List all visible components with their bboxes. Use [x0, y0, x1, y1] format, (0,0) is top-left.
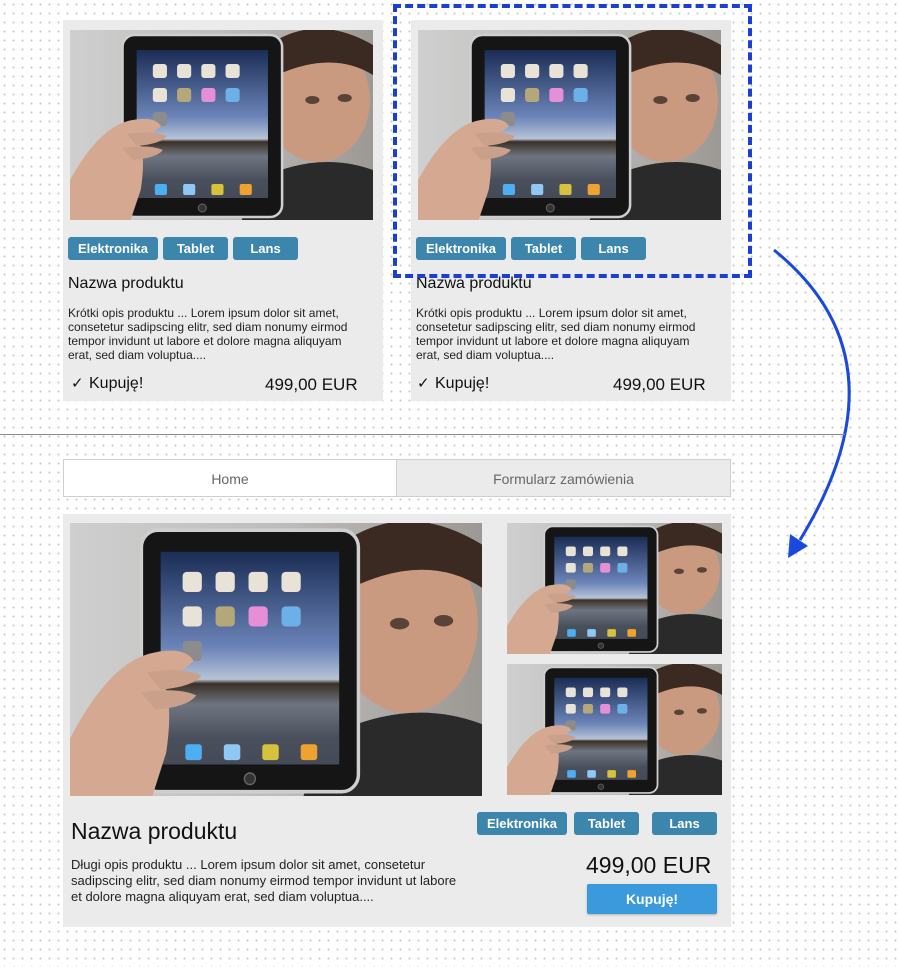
product-short-description: Krótki opis produktu ... Lorem ipsum dol…: [68, 306, 348, 362]
buy-button[interactable]: Kupuję!: [587, 884, 717, 914]
tab-home[interactable]: Home: [63, 459, 397, 497]
product-title: Nazwa produktu: [71, 818, 238, 844]
thumbnail-image[interactable]: [507, 523, 722, 654]
product-price: 499,00 EUR: [586, 852, 712, 878]
main-product-image[interactable]: [70, 523, 482, 796]
tag-elektronika[interactable]: Elektronika: [68, 237, 158, 260]
check-icon: ✓: [417, 375, 430, 392]
tag-tablet[interactable]: Tablet: [163, 237, 228, 260]
tag-tablet[interactable]: Tablet: [574, 812, 639, 835]
buy-checkbox[interactable]: ✓ Kupuję!: [71, 374, 143, 393]
product-card[interactable]: Elektronika Tablet Lans Nazwa produktu K…: [63, 20, 383, 401]
curved-arrow-icon: [773, 248, 851, 558]
section-divider: [0, 434, 845, 435]
thumbnail-image[interactable]: [507, 664, 722, 795]
product-price: 499,00 EUR: [265, 375, 358, 394]
product-long-description: Długi opis produktu ... Lorem ipsum dolo…: [71, 857, 457, 904]
product-image[interactable]: [70, 30, 373, 220]
tab-order-form[interactable]: Formularz zamówienia: [397, 459, 731, 497]
tag-elektronika[interactable]: Elektronika: [477, 812, 567, 835]
product-title: Nazwa produktu: [68, 275, 184, 292]
product-detail: Nazwa produktu Długi opis produktu ... L…: [63, 514, 731, 927]
tag-lans[interactable]: Lans: [233, 237, 298, 260]
check-icon: ✓: [71, 375, 84, 392]
buy-label: Kupuję!: [89, 375, 144, 392]
buy-label: Kupuję!: [435, 375, 490, 392]
product-short-description: Krótki opis produktu ... Lorem ipsum dol…: [416, 306, 696, 362]
highlight-frame: [393, 4, 752, 278]
buy-checkbox[interactable]: ✓ Kupuję!: [417, 374, 489, 393]
tag-lans[interactable]: Lans: [652, 812, 717, 835]
product-price: 499,00 EUR: [613, 375, 706, 394]
